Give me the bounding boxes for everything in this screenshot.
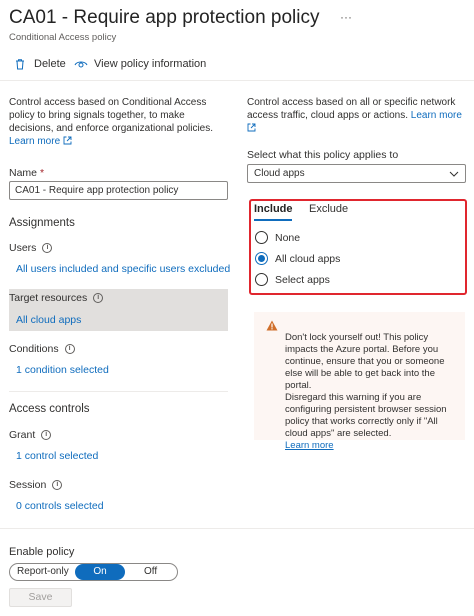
info-icon[interactable]: i [64,344,75,355]
target-label-text: Target resources [9,292,88,304]
footer-divider [0,528,474,529]
external-link-icon [247,123,256,132]
info-icon[interactable]: i [52,480,63,491]
radio-all-cloud-apps-circle[interactable] [255,252,268,265]
target-resources-link[interactable]: All cloud apps [16,314,81,326]
grant-label-text: Grant [9,429,36,441]
applies-to-label: Select what this policy applies to [247,149,399,161]
toggle-report-only[interactable]: Report-only [17,566,69,577]
toggle-on-label: On [93,566,107,577]
radio-select-apps-circle[interactable] [255,273,268,286]
left-learn-more-link[interactable]: Learn more [9,136,72,147]
assignments-divider [9,391,228,392]
save-label: Save [28,591,53,603]
toggle-on[interactable]: On [75,564,125,580]
users-label: Users i [9,242,53,254]
info-icon[interactable]: i [41,430,52,441]
warning-icon [266,320,278,334]
radio-all-cloud-apps-label: All cloud apps [275,252,341,265]
conditions-label-text: Conditions [9,343,59,355]
applies-to-dropdown[interactable]: Cloud apps [247,164,466,183]
conditions-label: Conditions i [9,343,75,355]
name-label: Name * [9,167,44,179]
radio-none-label: None [275,231,301,244]
delete-label: Delete [34,58,66,70]
enable-policy-label: Enable policy [9,546,75,558]
session-label: Session i [9,479,63,491]
page-title: CA01 - Require app protection policy [9,7,320,28]
radio-select-apps-label: Select apps [275,273,330,286]
right-description: Control access based on all or specific … [247,96,467,135]
delete-button[interactable]: Delete [14,58,66,70]
name-label-text: Name [9,167,38,179]
radio-none[interactable]: None [255,231,300,244]
target-resources-label: Target resources i [9,292,104,304]
policy-name-value: CA01 - Require app protection policy [15,185,179,196]
view-policy-info-button[interactable]: View policy information [74,58,206,70]
view-info-label: View policy information [94,58,207,70]
tab-include[interactable]: Include [254,203,293,215]
radio-select-apps[interactable]: Select apps [255,273,330,286]
required-asterisk: * [39,167,45,179]
users-link[interactable]: All users included and specific users ex… [16,263,230,275]
tab-exclude[interactable]: Exclude [309,203,348,215]
more-options-button[interactable]: ··· [340,10,352,24]
radio-none-circle[interactable] [255,231,268,244]
chevron-down-icon [449,171,459,177]
conditions-link[interactable]: 1 condition selected [16,364,109,376]
info-icon[interactable]: i [93,293,104,304]
policy-name-input[interactable]: CA01 - Require app protection policy [9,181,228,200]
warning-message: Don't lock yourself out! This policy imp… [285,332,447,439]
session-link[interactable]: 0 controls selected [16,500,104,512]
applies-to-value: Cloud apps [254,168,305,179]
grant-label: Grant i [9,429,52,441]
right-learn-more-label: Learn more [410,110,462,121]
grant-link[interactable]: 1 control selected [16,450,98,462]
warning-learn-more-link[interactable]: Learn more [285,440,334,451]
save-button[interactable]: Save [9,588,72,607]
toolbar-divider [0,80,474,81]
left-description: Control access based on Conditional Acce… [9,96,229,148]
info-icon[interactable]: i [42,243,53,254]
session-label-text: Session [9,479,47,491]
assignments-heading: Assignments [9,217,75,229]
access-controls-heading: Access controls [9,403,90,415]
radio-all-cloud-apps[interactable]: All cloud apps [255,252,340,265]
left-description-text: Control access based on Conditional Acce… [9,97,214,134]
page-subtitle: Conditional Access policy [9,32,117,43]
tab-include-underline [254,219,292,221]
eye-icon [74,58,88,70]
external-link-icon [63,136,72,145]
toggle-off[interactable]: Off [144,566,157,577]
users-label-text: Users [9,242,37,254]
left-learn-more-label: Learn more [9,136,61,147]
trash-icon [14,58,26,70]
warning-text: Don't lock yourself out! This policy imp… [285,320,460,452]
